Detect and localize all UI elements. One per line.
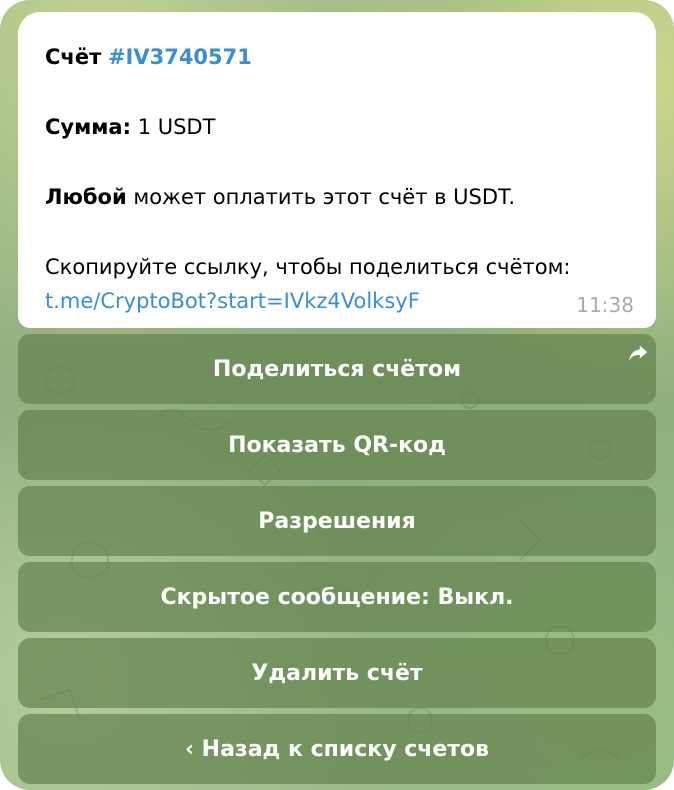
payer-text: может оплатить этот счёт в USDT. bbox=[133, 185, 516, 209]
payer-bold: Любой bbox=[45, 185, 127, 209]
share-invoice-button[interactable]: Поделиться счётом bbox=[18, 334, 656, 404]
invoice-label: Счёт bbox=[45, 45, 102, 69]
permissions-button[interactable]: Разрешения bbox=[18, 486, 656, 556]
copy-instruction: Скопируйте ссылку, чтобы поделиться счёт… bbox=[45, 255, 571, 279]
invoice-link[interactable]: t.me/CryptoBot?start=IVkz4VolksyF bbox=[45, 284, 630, 318]
back-to-invoices-button[interactable]: ‹ Назад к списку счетов bbox=[18, 714, 656, 784]
show-qr-code-button[interactable]: Показать QR-код bbox=[18, 410, 656, 480]
amount-label: Сумма: bbox=[45, 115, 131, 139]
amount-line: Сумма: 1 USDT bbox=[45, 110, 630, 144]
chat-window: Счёт #IV3740571 Сумма: 1 USDT Любой може… bbox=[0, 0, 674, 790]
invoice-title: Счёт #IV3740571 bbox=[45, 40, 630, 74]
invoice-message-bubble: Счёт #IV3740571 Сумма: 1 USDT Любой може… bbox=[18, 12, 656, 328]
invoice-id-hashtag[interactable]: #IV3740571 bbox=[108, 45, 252, 69]
delete-invoice-button[interactable]: Удалить счёт bbox=[18, 638, 656, 708]
share-arrow-icon bbox=[628, 345, 648, 362]
amount-value: 1 USDT bbox=[137, 115, 216, 139]
message-time: 11:38 bbox=[576, 293, 634, 317]
payer-line: Любой может оплатить этот счёт в USDT. bbox=[45, 180, 630, 214]
hidden-message-button[interactable]: Скрытое сообщение: Выкл. bbox=[18, 562, 656, 632]
